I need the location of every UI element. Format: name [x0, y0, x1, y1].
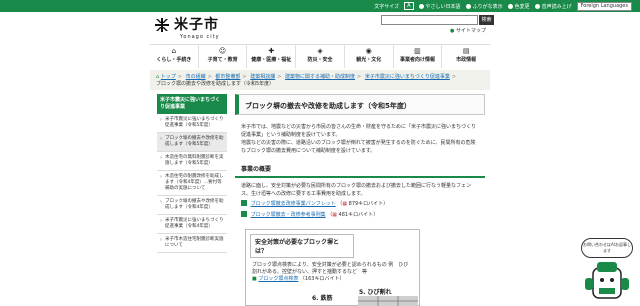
nav-item-city[interactable]: ▤ 市政情報: [442, 45, 490, 68]
breadcrumb-separator: >: [357, 74, 362, 80]
diagram-label: 5. ひび割れ: [359, 289, 392, 296]
info-box-title: 安全対策が必要なブロック塀とは？: [250, 234, 354, 258]
sitemap-icon: ●: [450, 28, 455, 34]
nav-item-tourism[interactable]: ◉ 観光・文化: [345, 45, 394, 68]
color-change-icon: [507, 3, 513, 9]
site-logo[interactable]: 米子市: [154, 17, 219, 33]
shield-icon: ◈: [317, 47, 323, 55]
easy-japanese-link[interactable]: やさしい日本語: [418, 3, 461, 10]
medical-icon: ✚: [268, 47, 275, 55]
sidebar-item[interactable]: ブロック塀の撤去や改修を助成します（令和4年度）: [157, 196, 227, 215]
sidebar-item[interactable]: 木造住宅の耐震改修を助成します（令和4年度）...要付等補助の実施について: [157, 171, 227, 196]
utility-bar: 文字サイズ A やさしい日本語 ふりがな表示 色変更 音声読み上げ Foreig…: [0, 0, 640, 12]
page-title: ブロック塀の撤去や改修を助成します（令和5年度）: [235, 94, 485, 115]
logo-subtitle: Yonago city: [180, 34, 220, 40]
sidebar-item[interactable]: 木造住宅の無料耐震診断を実施します（令和5年度）: [157, 152, 227, 171]
search-input[interactable]: [381, 15, 478, 25]
diagram-label: 6. 鉄筋: [312, 295, 333, 302]
download-item: ブロック塀撤去・改修参考事例集 （▦ 481キロバイト）: [235, 209, 485, 220]
breadcrumb: ⌂ トップ > 市の組織 > 都市整備部 > 建築相談課 > 建築物に関する補助・助成制…: [150, 70, 490, 90]
download-item: ブロック塀撤去改修事業パンフレット （▦ 879キロバイト）: [235, 198, 485, 209]
sidebar-title[interactable]: 米子市震災に強いまちづくり促進事業: [157, 94, 227, 114]
download-link[interactable]: ブロック塀撤去・改修参考事例集: [251, 212, 326, 218]
global-nav: ⌂ くらし・手続き ☺ 子育て・教育 ✚ 健康・医療・福祉 ◈ 防災・安全 ◉ …: [150, 44, 490, 68]
mascot-bubble: お問い合わせはAIお返事します: [581, 238, 633, 258]
utility-items: 文字サイズ A やさしい日本語 ふりがな表示 色変更 音声読み上げ Foreig…: [374, 1, 632, 11]
child-icon: ☺: [218, 47, 227, 55]
easy-japanese-icon: [418, 3, 424, 9]
building-icon: ▥: [414, 47, 421, 55]
city-icon: ▤: [462, 47, 470, 55]
pdf-icon: ■: [252, 276, 257, 282]
checklist-link[interactable]: ブロック塀点検表: [258, 276, 298, 282]
main-content: ブロック塀の撤去や改修を助成します（令和5年度） 米子市では、地震などの災害から…: [235, 94, 485, 220]
pdf-icon: ▦: [342, 201, 348, 207]
breadcrumb-current: ブロック塀の撤去や改修を助成します（令和5年度）: [156, 81, 275, 87]
logo-mark-icon: [155, 18, 169, 32]
sidebar-item[interactable]: 米子市震災に強いまちづくり促進事業（令和5年度）: [157, 114, 227, 133]
color-change-link[interactable]: 色変更: [507, 3, 530, 10]
file-size: （▦ 481キロバイト）: [327, 212, 379, 218]
pdf-icon: ▦: [332, 212, 337, 218]
text-size-label: 文字サイズ: [374, 3, 400, 10]
info-box-text: ブロック塀点検表により、安全対策が必要と認められるもの 例 ひび割れがある、控壁…: [252, 262, 409, 275]
section-paragraph: 道路に面し、安全対策が必要な民間所有のブロック塀の撤去および撤去した範囲に行なう…: [241, 183, 472, 197]
intro-paragraph: 地震などの災害の際に、道路沿いのブロック塀が倒れて被害が発生するのを防ぐために、…: [241, 140, 476, 154]
pdf-icon: [241, 211, 247, 217]
camera-icon: ◉: [365, 47, 372, 55]
logo-name: 米子市: [174, 17, 219, 33]
sidebar: 米子市震災に強いまちづくり促進事業 米子市震災に強いまちづくり促進事業（令和5年…: [157, 94, 227, 253]
breadcrumb-separator: >: [451, 74, 457, 80]
furigana-icon: [465, 3, 471, 9]
download-link[interactable]: ブロック塀撤去改修事業パンフレット: [251, 201, 336, 207]
breadcrumb-separator: >: [277, 74, 282, 80]
intro-paragraph: 米子市では、地震などの災害から市民の皆さんの生命・財産を守るために「米子市震災に…: [241, 124, 477, 138]
sitemap-link[interactable]: ● サイトマップ: [450, 27, 486, 34]
site-header: 米子市 Yonago city 検索 ● サイトマップ: [150, 12, 494, 42]
mascot-icon: [585, 262, 629, 299]
wall-diagram-icon: [358, 296, 418, 306]
nav-item-business[interactable]: ▥ 事業者向け情報: [394, 45, 443, 68]
nav-item-health[interactable]: ✚ 健康・医療・福祉: [247, 45, 297, 68]
sidebar-item[interactable]: 米子市木造住宅耐震診断実施について: [157, 234, 227, 253]
file-size: （▦ 879キロバイト）: [337, 201, 389, 207]
search-button[interactable]: 検索: [479, 15, 494, 25]
breadcrumb-item[interactable]: 建築物に関する補助・助成制度: [285, 74, 355, 80]
text-size-toggle[interactable]: A: [404, 2, 414, 10]
furigana-link[interactable]: ふりがな表示: [465, 3, 503, 10]
house-icon: ⌂: [171, 47, 177, 55]
language-button[interactable]: Foreign Languages: [576, 1, 632, 11]
pdf-icon: [241, 200, 247, 206]
info-box: 安全対策が必要なブロック塀とは？ ブロック塀点検表により、安全対策が必要と認めら…: [245, 229, 420, 306]
speaker-icon: [534, 3, 540, 9]
sidebar-item[interactable]: 米子市震災に強いまちづくり促進事業（令和4年度）: [157, 215, 227, 234]
chat-assistant-widget[interactable]: お問い合わせはAIお返事します: [581, 238, 633, 304]
info-box-link-row: ■ ブロック塀点検表 （163キロバイト）: [252, 276, 345, 282]
section-heading: 事業の概要: [235, 161, 485, 178]
sidebar-item-current[interactable]: ブロック塀の撤去や改修を助成します（令和5年度）: [157, 133, 227, 152]
nav-item-childcare[interactable]: ☺ 子育て・教育: [199, 45, 248, 68]
voice-readout-link[interactable]: 音声読み上げ: [534, 3, 572, 10]
file-size: 163キロバイト: [304, 276, 340, 282]
breadcrumb-item[interactable]: 米子市震災に強いまちづくり促進事業: [365, 74, 450, 80]
nav-item-safety[interactable]: ◈ 防災・安全: [296, 45, 345, 68]
nav-item-living[interactable]: ⌂ くらし・手続き: [150, 45, 199, 68]
